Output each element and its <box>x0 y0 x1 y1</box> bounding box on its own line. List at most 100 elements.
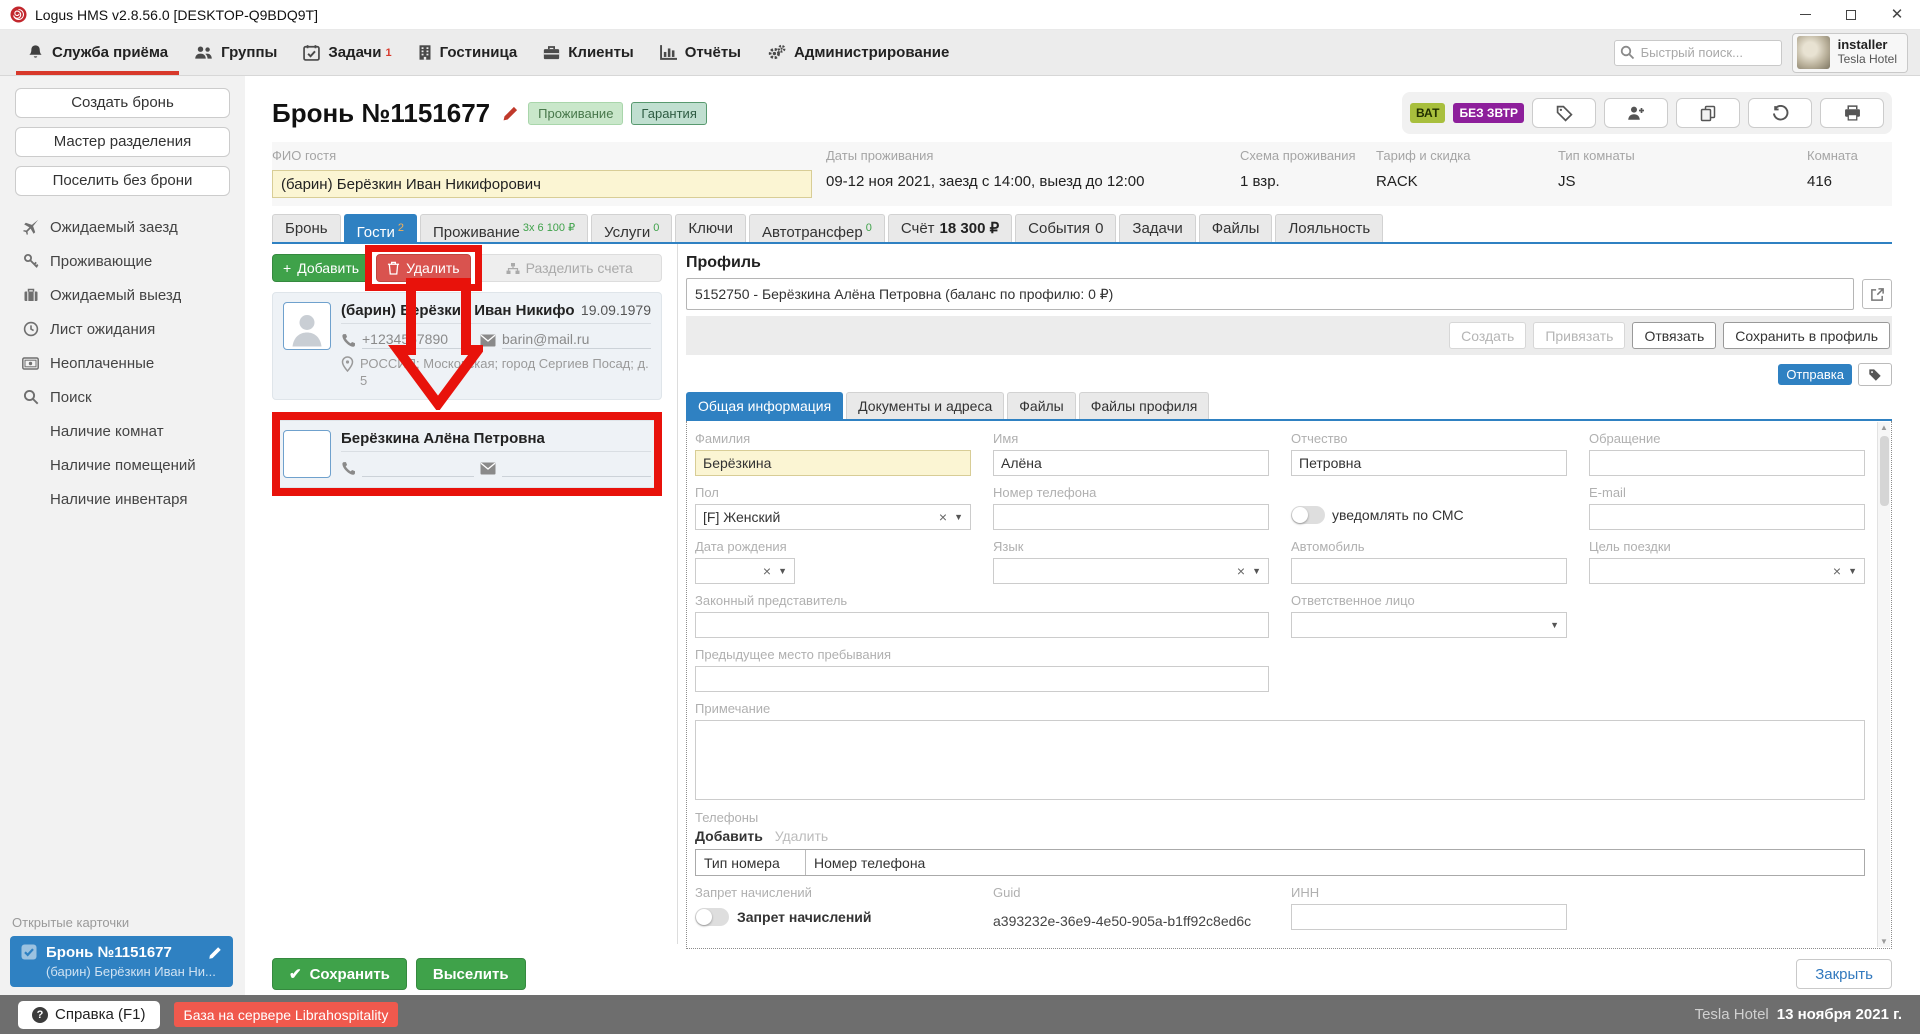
guest-card-secondary[interactable]: Берёзкина Алёна Петровна <box>272 420 662 488</box>
nav-item-administration[interactable]: Администрирование <box>754 30 962 75</box>
phones-delete-link[interactable]: Удалить <box>775 828 828 844</box>
checkin-no-booking-button[interactable]: Поселить без брони <box>15 166 230 196</box>
external-link-icon <box>1870 287 1885 302</box>
form-scrollbar[interactable]: ▲ ▼ <box>1877 422 1890 947</box>
profile-input[interactable]: 5152750 - Берёзкина Алёна Петровна (бала… <box>686 278 1854 310</box>
pencil-icon[interactable] <box>208 945 223 960</box>
fio-input[interactable]: (барин) Берёзкин Иван Никифорович <box>272 170 812 198</box>
note-textarea[interactable] <box>695 720 1865 800</box>
sms-toggle-label: уведомлять по СМС <box>1332 507 1464 523</box>
profile-link-button[interactable]: Привязать <box>1533 322 1625 349</box>
sidebar-item-room-availability[interactable]: Наличие комнат <box>0 414 245 448</box>
nav-item-hotel[interactable]: Гостиница <box>405 30 531 75</box>
tab-profile-files[interactable]: Файлы <box>1007 392 1075 419</box>
scroll-thumb[interactable] <box>1880 436 1889 506</box>
rate-label: Тариф и скидка <box>1376 148 1544 168</box>
close-button[interactable]: ✕ <box>1874 0 1920 30</box>
fio-label: ФИО гостя <box>272 148 812 168</box>
minimize-button[interactable] <box>1782 0 1828 30</box>
tab-guests[interactable]: Гости2 <box>344 214 417 242</box>
quick-search <box>1614 40 1782 66</box>
legal-rep-field[interactable] <box>695 612 1269 638</box>
tab-events[interactable]: События0 <box>1015 214 1116 242</box>
no-charge-toggle[interactable] <box>695 908 729 926</box>
maximize-button[interactable] <box>1828 0 1874 30</box>
nav-item-reports[interactable]: Отчёты <box>647 30 754 75</box>
guest-add-button[interactable]: +Добавить <box>272 254 370 282</box>
close-card-button[interactable]: Закрыть <box>1796 959 1892 989</box>
tab-booking[interactable]: Бронь <box>272 214 341 242</box>
help-button[interactable]: ? Справка (F1) <box>18 1001 160 1029</box>
tab-general-info[interactable]: Общая информация <box>686 392 843 419</box>
guest-delete-button[interactable]: Удалить <box>376 254 470 282</box>
firstname-field[interactable]: Алёна <box>993 450 1269 476</box>
language-select[interactable]: ×▼ <box>993 558 1269 584</box>
phones-add-link[interactable]: Добавить <box>695 828 763 844</box>
prev-place-field[interactable] <box>695 666 1269 692</box>
tags-button[interactable] <box>1532 98 1596 128</box>
clear-icon[interactable]: × <box>1237 563 1245 579</box>
scroll-down-icon[interactable]: ▼ <box>1878 937 1890 946</box>
evict-button[interactable]: Выселить <box>416 958 526 990</box>
trip-purpose-select[interactable]: ×▼ <box>1589 558 1865 584</box>
tab-keys[interactable]: Ключи <box>675 214 746 242</box>
sidebar-item-in-house[interactable]: Проживающие <box>0 244 245 278</box>
open-profile-button[interactable] <box>1862 279 1892 309</box>
profile-create-button[interactable]: Создать <box>1449 322 1526 349</box>
email-field[interactable] <box>1589 504 1865 530</box>
tab-loyalty[interactable]: Лояльность <box>1275 214 1383 242</box>
tab-tasks[interactable]: Задачи <box>1119 214 1195 242</box>
sidebar-item-expected-arrival[interactable]: Ожидаемый заезд <box>0 210 245 244</box>
open-card-booking[interactable]: Бронь №1151677 (барин) Берёзкин Иван Ни.… <box>10 936 233 987</box>
tab-profile-files2[interactable]: Файлы профиля <box>1079 392 1210 419</box>
split-accounts-button[interactable]: Разделить счета <box>477 254 662 282</box>
split-master-button[interactable]: Мастер разделения <box>15 127 230 157</box>
profile-tags-button[interactable] <box>1858 363 1892 386</box>
nav-item-front-desk[interactable]: Служба приёма <box>14 30 181 75</box>
nav-item-tasks[interactable]: Задачи1 <box>290 30 404 75</box>
sidebar-item-expected-departure[interactable]: Ожидаемый выезд <box>0 278 245 312</box>
clear-icon[interactable]: × <box>939 509 947 525</box>
add-guest-button[interactable] <box>1604 98 1668 128</box>
edit-title-pencil-icon[interactable] <box>502 104 520 122</box>
lastname-field[interactable]: Берёзкина <box>695 450 971 476</box>
tab-invoice[interactable]: Счёт18 300 ₽ <box>888 214 1012 242</box>
tab-files[interactable]: Файлы <box>1199 214 1273 242</box>
sms-toggle[interactable] <box>1291 506 1325 524</box>
clear-icon[interactable]: × <box>1833 563 1841 579</box>
db-server-badge[interactable]: База на сервере Librahospitality <box>174 1002 399 1027</box>
sidebar-item-search[interactable]: Поиск <box>0 380 245 414</box>
tab-services[interactable]: Услуги0 <box>591 214 672 242</box>
sidebar-item-waiting-list[interactable]: Лист ожидания <box>0 312 245 346</box>
nav-item-groups[interactable]: Группы <box>181 30 290 75</box>
gender-select[interactable]: [F] Женский×▼ <box>695 504 971 530</box>
tab-documents-addresses[interactable]: Документы и адреса <box>846 392 1004 419</box>
copy-button[interactable] <box>1676 98 1740 128</box>
quick-search-input[interactable] <box>1614 40 1782 66</box>
user-card[interactable]: installer Tesla Hotel <box>1792 33 1908 73</box>
profile-save-button[interactable]: Сохранить в профиль <box>1723 322 1890 349</box>
history-button[interactable] <box>1748 98 1812 128</box>
middlename-field[interactable]: Петровна <box>1291 450 1567 476</box>
send-badge[interactable]: Отправка <box>1778 364 1852 385</box>
scroll-up-icon[interactable]: ▲ <box>1878 423 1890 432</box>
window-title: Logus HMS v2.8.56.0 [DESKTOP-Q9BDQ9T] <box>35 7 318 23</box>
responsible-select[interactable]: ▼ <box>1291 612 1567 638</box>
create-booking-button[interactable]: Создать бронь <box>15 88 230 118</box>
birthdate-select[interactable]: ×▼ <box>695 558 795 584</box>
print-button[interactable] <box>1820 98 1884 128</box>
sidebar-item-inventory-availability[interactable]: Наличие инвентаря <box>0 482 245 516</box>
car-field[interactable] <box>1291 558 1567 584</box>
tab-stay[interactable]: Проживание3х 6 100 ₽ <box>420 214 588 242</box>
profile-unlink-button[interactable]: Отвязать <box>1632 322 1716 349</box>
sidebar-item-unpaid[interactable]: Неоплаченные <box>0 346 245 380</box>
sidebar-item-space-availability[interactable]: Наличие помещений <box>0 448 245 482</box>
clear-icon[interactable]: × <box>763 563 771 579</box>
phone-field[interactable] <box>993 504 1269 530</box>
inn-field[interactable] <box>1291 904 1567 930</box>
guest-card-primary[interactable]: (барин) Берёзкин Иван Никифорович 19.09.… <box>272 292 662 400</box>
tab-transfer[interactable]: Автотрансфер0 <box>749 214 885 242</box>
save-button[interactable]: ✔Сохранить <box>272 958 407 990</box>
nav-item-clients[interactable]: Клиенты <box>530 30 646 75</box>
salutation-field[interactable] <box>1589 450 1865 476</box>
